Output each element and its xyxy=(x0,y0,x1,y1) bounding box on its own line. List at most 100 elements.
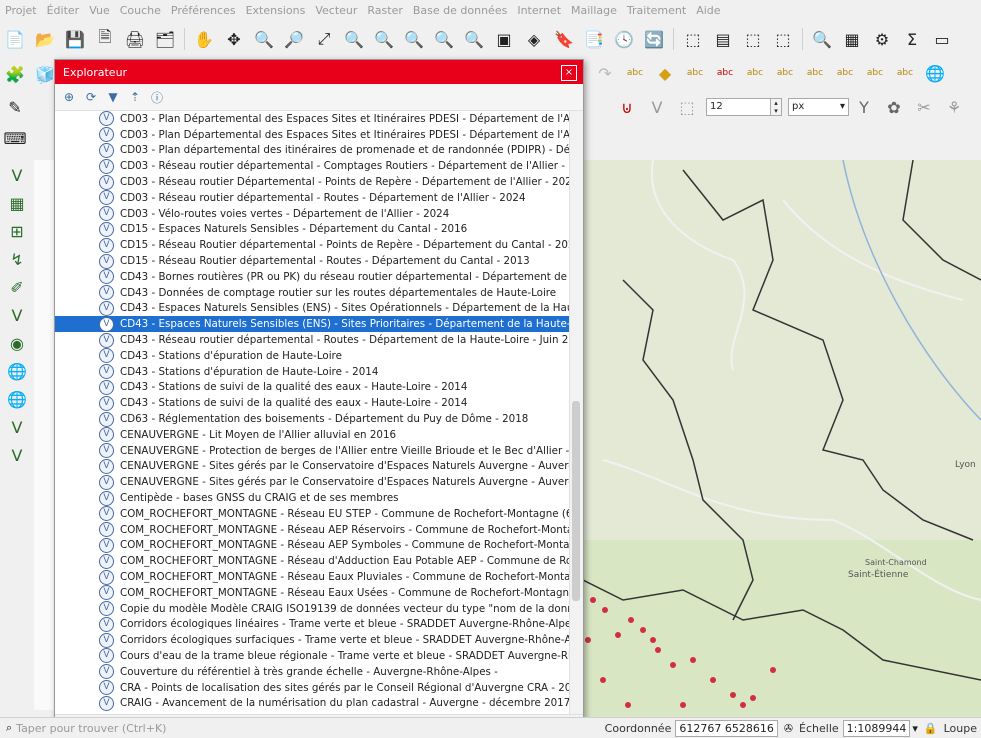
tree-item[interactable]: V Centipède - bases GNSS du CRAIG et de s… xyxy=(55,490,569,506)
menu-item[interactable]: Traitement xyxy=(622,0,691,22)
open-project-icon[interactable]: 📂 xyxy=(32,26,58,52)
tree-item[interactable]: V CD03 - Plan départemental des itinérair… xyxy=(55,142,569,159)
statistics-icon[interactable]: Σ xyxy=(899,26,925,52)
topology-icon[interactable]: ✿ xyxy=(881,94,907,120)
menu-item[interactable]: Maillage xyxy=(566,0,622,22)
add-postgis-icon[interactable]: ◉ xyxy=(3,330,31,356)
add-wms-icon[interactable]: 🌐 xyxy=(3,358,31,384)
tree-item[interactable]: V CD43 - Stations de suivi de la qualité … xyxy=(55,379,569,396)
tree-item[interactable]: V COM_ROCHEFORT_MONTAGNE - Réseau AEP Sym… xyxy=(55,537,569,554)
locator-search-input[interactable]: Taper pour trouver (Ctrl+K) xyxy=(16,720,246,736)
tree-item[interactable]: V CD03 - Plan Départemental des Espaces S… xyxy=(55,111,569,127)
close-icon[interactable]: × xyxy=(561,65,577,81)
scale-field[interactable]: 1:1089944 xyxy=(842,719,911,737)
save-as-icon[interactable]: 🗎 xyxy=(92,26,118,52)
save-project-icon[interactable]: 💾 xyxy=(62,26,88,52)
collapse-all-icon[interactable]: ⇡ xyxy=(125,87,145,107)
tree-item[interactable]: V Cours d'eau de la trame bleue régionale… xyxy=(55,648,569,664)
add-delimited-text-icon[interactable]: ↯ xyxy=(3,246,31,272)
print-layout-icon[interactable]: 🖨 xyxy=(122,26,148,52)
tree-item[interactable]: V CD15 - Espaces Naturels Sensibles - Dép… xyxy=(55,221,569,238)
menu-item[interactable]: Préférences xyxy=(166,0,241,22)
bookmark-icon[interactable]: 🔖 xyxy=(551,26,577,52)
attribute-table-icon[interactable]: ▦ xyxy=(839,26,865,52)
tree-item[interactable]: V CRAIG - Avancement de la numérisation d… xyxy=(55,695,569,711)
tree-item[interactable]: V CD43 - Bornes routières (PR ou PK) du r… xyxy=(55,269,569,285)
snap-tolerance-stepper[interactable]: ▴ ▾ xyxy=(771,98,782,116)
tree-item[interactable]: V COM_ROCHEFORT_MONTAGNE - Réseau d'Adduc… xyxy=(55,553,569,569)
more-options-icon[interactable]: ⚘ xyxy=(941,94,967,120)
show-bookmarks-icon[interactable]: 📑 xyxy=(581,26,607,52)
label-pin-icon[interactable]: ◆ xyxy=(652,60,678,86)
tree-item[interactable]: V Copie du modèle Modèle CRAIG ISO19139 d… xyxy=(55,601,569,617)
info-icon[interactable]: ⓘ xyxy=(147,87,167,107)
tracing-icon[interactable]: Y xyxy=(851,94,877,120)
deselect-icon[interactable]: ⬚ xyxy=(740,26,766,52)
magnet-icon[interactable]: ⊍ xyxy=(614,94,640,120)
tree-item[interactable]: V CD15 - Réseau Routier départemental - R… xyxy=(55,253,569,269)
lock-icon[interactable]: 🔒 xyxy=(924,722,938,735)
tree-item[interactable]: V CD43 - Espaces Naturels Sensibles (ENS)… xyxy=(55,316,569,333)
new-map-view-icon[interactable]: ▣ xyxy=(491,26,517,52)
tree-item[interactable]: V CD03 - Vélo-routes voies vertes - Dépar… xyxy=(55,206,569,222)
tree-item[interactable]: V Corridors écologiques linéaires - Trame… xyxy=(55,616,569,633)
tree-item[interactable]: V CD63 - Réglementation des boisements - … xyxy=(55,411,569,427)
label-remove-icon[interactable]: abc xyxy=(712,60,738,86)
add-wfs-icon[interactable]: 🌐 xyxy=(3,386,31,412)
label-rotate-icon[interactable]: abc xyxy=(802,60,828,86)
add-layers-icon[interactable]: ⊕ xyxy=(59,87,79,107)
coordinate-field[interactable]: 612767 6528616 xyxy=(675,719,778,737)
redo-icon[interactable]: ↷ xyxy=(592,60,618,86)
globe-plugin-icon[interactable]: 🌐 xyxy=(922,60,948,86)
tree-item[interactable]: V CD43 - Stations d'épuration de Haute-Lo… xyxy=(55,348,569,364)
select-location-icon[interactable]: ⬚ xyxy=(770,26,796,52)
new-project-icon[interactable]: 📄 xyxy=(2,26,28,52)
zoom-last-icon[interactable]: 🔍 xyxy=(431,26,457,52)
tree-item[interactable]: V CENAUVERGNE - Sites gérés par le Conser… xyxy=(55,474,569,490)
menu-item[interactable]: Internet xyxy=(512,0,566,22)
tree-item[interactable]: V Corridors écologiques surfaciques - Tra… xyxy=(55,632,569,648)
tree-item[interactable]: V CRA - Points de localisation des sites … xyxy=(55,680,569,696)
measure-icon[interactable]: ▭ xyxy=(929,26,955,52)
snap-grid-icon[interactable]: ⬚ xyxy=(674,94,700,120)
label-style-icon[interactable]: abc xyxy=(682,60,708,86)
snap-tolerance-input[interactable]: 12 xyxy=(706,98,771,116)
select-features-icon[interactable]: ⬚ xyxy=(680,26,706,52)
tree-item[interactable]: V CD43 - Espaces Naturels Sensibles (ENS)… xyxy=(55,300,569,317)
select-by-value-icon[interactable]: ▤ xyxy=(710,26,736,52)
new-scratch-layer-icon[interactable]: V xyxy=(3,442,31,468)
tree-item[interactable]: V CD03 - Réseau routier départemental - R… xyxy=(55,190,569,206)
tree-item[interactable]: V COM_ROCHEFORT_MONTAGNE - Réseau Eaux Pl… xyxy=(55,569,569,585)
tree-item[interactable]: V CENAUVERGNE - Lit Moyen de l'Allier all… xyxy=(55,427,569,443)
scrollbar-thumb[interactable] xyxy=(572,401,580,601)
map-canvas[interactable]: Saint-Étienne Saint-Chamond Lyon xyxy=(583,160,981,717)
add-vector-layer-icon[interactable]: V xyxy=(3,162,31,188)
add-gps-layer-icon[interactable]: ✐ xyxy=(3,274,31,300)
menu-item[interactable]: Extensions xyxy=(241,0,311,22)
label-callout-icon[interactable]: abc xyxy=(892,60,918,86)
pan-icon[interactable]: ✋ xyxy=(191,26,217,52)
label-change-icon[interactable]: abc xyxy=(832,60,858,86)
layout-manager-icon[interactable]: 🗂 xyxy=(152,26,178,52)
vertex-tool-icon[interactable]: V xyxy=(644,94,670,120)
processing-toolbox-icon[interactable]: ⚙ xyxy=(869,26,895,52)
label-tool-icon[interactable]: abc xyxy=(622,60,648,86)
vertical-scrollbar[interactable] xyxy=(569,111,583,715)
tree-item[interactable]: V COM_ROCHEFORT_MONTAGNE - Réseau AEP Rés… xyxy=(55,522,569,538)
tree-item[interactable]: V CD43 - Stations de suivi de la qualité … xyxy=(55,395,569,411)
zoom-selection-icon[interactable]: 🔍 xyxy=(341,26,367,52)
refresh-icon[interactable]: ⟳ xyxy=(81,87,101,107)
zoom-in-icon[interactable]: 🔍 xyxy=(251,26,277,52)
add-raster-layer-icon[interactable]: ▦ xyxy=(3,190,31,216)
label-show-icon[interactable]: abc xyxy=(772,60,798,86)
python-console-icon[interactable]: ⌨ xyxy=(2,125,28,151)
add-wcs-icon[interactable]: V xyxy=(3,414,31,440)
new-3d-view-icon[interactable]: ◈ xyxy=(521,26,547,52)
identify-icon[interactable]: 🔍 xyxy=(809,26,835,52)
digitize-icon[interactable]: ✎ xyxy=(2,94,28,120)
scale-dropdown-icon[interactable]: ▾ xyxy=(912,722,918,735)
add-mesh-layer-icon[interactable]: ⊞ xyxy=(3,218,31,244)
menu-item[interactable]: Projet xyxy=(0,0,42,22)
tree-item[interactable]: V CD15 - Réseau Routier départemental - P… xyxy=(55,237,569,253)
menu-item[interactable]: Raster xyxy=(362,0,407,22)
